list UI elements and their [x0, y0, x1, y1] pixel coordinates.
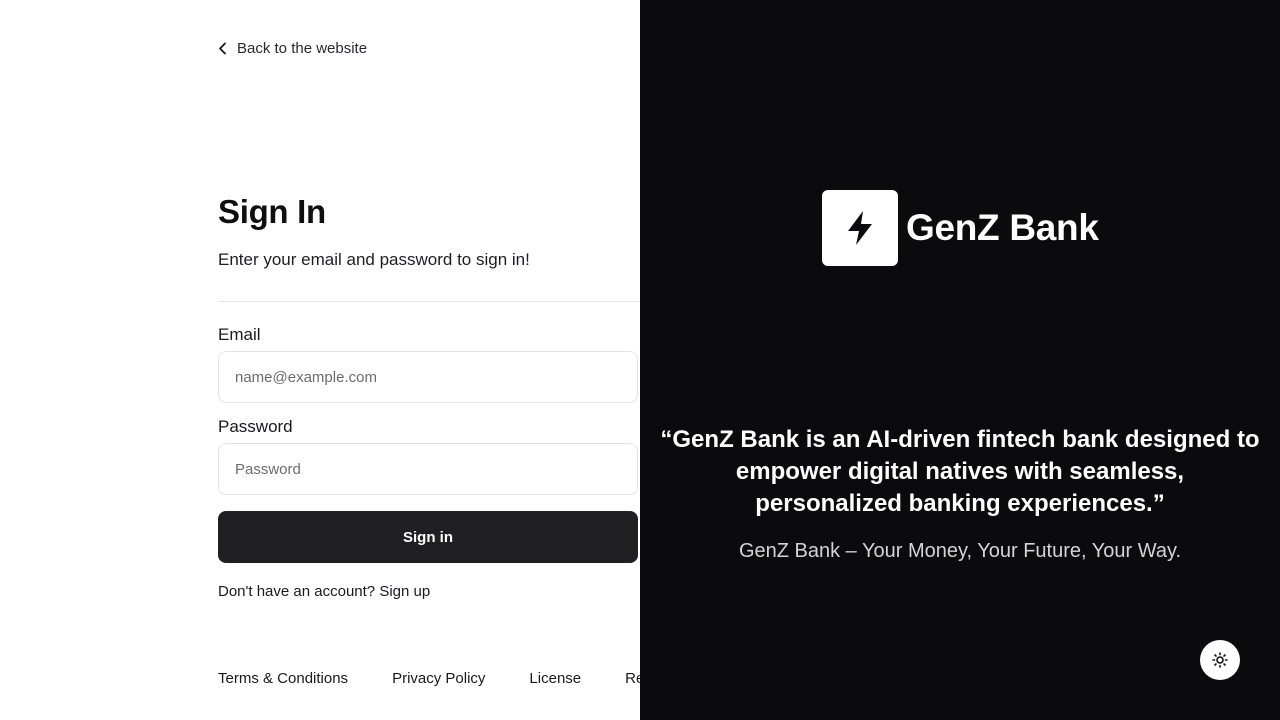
sign-in-panel: Back to the website Sign In Enter your e… [0, 0, 640, 720]
refund-policy-link[interactable]: Re [625, 670, 640, 687]
back-link-label: Back to the website [237, 40, 368, 57]
brand-header: GenZ Bank [822, 190, 1099, 266]
page-title: Sign In [218, 193, 326, 230]
sun-icon [1212, 652, 1228, 668]
license-link[interactable]: License [529, 670, 581, 687]
sign-in-button[interactable]: Sign in [218, 511, 638, 563]
password-label: Password [218, 417, 293, 436]
lightning-bolt-icon [848, 211, 872, 245]
privacy-policy-link[interactable]: Privacy Policy [392, 670, 485, 687]
brand-quote: “GenZ Bank is an AI-driven fintech bank … [660, 426, 1260, 517]
brand-panel: GenZ Bank “GenZ Bank is an AI-driven fin… [640, 0, 1280, 720]
divider [218, 301, 640, 302]
signup-prompt-text: Don't have an account? [218, 583, 376, 600]
sign-up-link[interactable]: Sign up [379, 583, 430, 600]
brand-name: GenZ Bank [906, 207, 1099, 248]
email-field[interactable] [218, 351, 638, 403]
email-label: Email [218, 325, 261, 344]
footer-links: Terms & Conditions Privacy Policy Licens… [218, 670, 640, 687]
brand-logo [822, 190, 898, 266]
signup-prompt-row: Don't have an account? Sign up [218, 583, 430, 600]
back-to-website-link[interactable]: Back to the website [218, 40, 367, 57]
page-subtitle: Enter your email and password to sign in… [218, 250, 530, 269]
chevron-left-icon [219, 42, 226, 55]
theme-toggle-button[interactable] [1200, 640, 1240, 680]
brand-tagline: GenZ Bank – Your Money, Your Future, You… [738, 540, 1182, 562]
terms-link[interactable]: Terms & Conditions [218, 670, 348, 687]
password-field[interactable] [218, 443, 638, 495]
